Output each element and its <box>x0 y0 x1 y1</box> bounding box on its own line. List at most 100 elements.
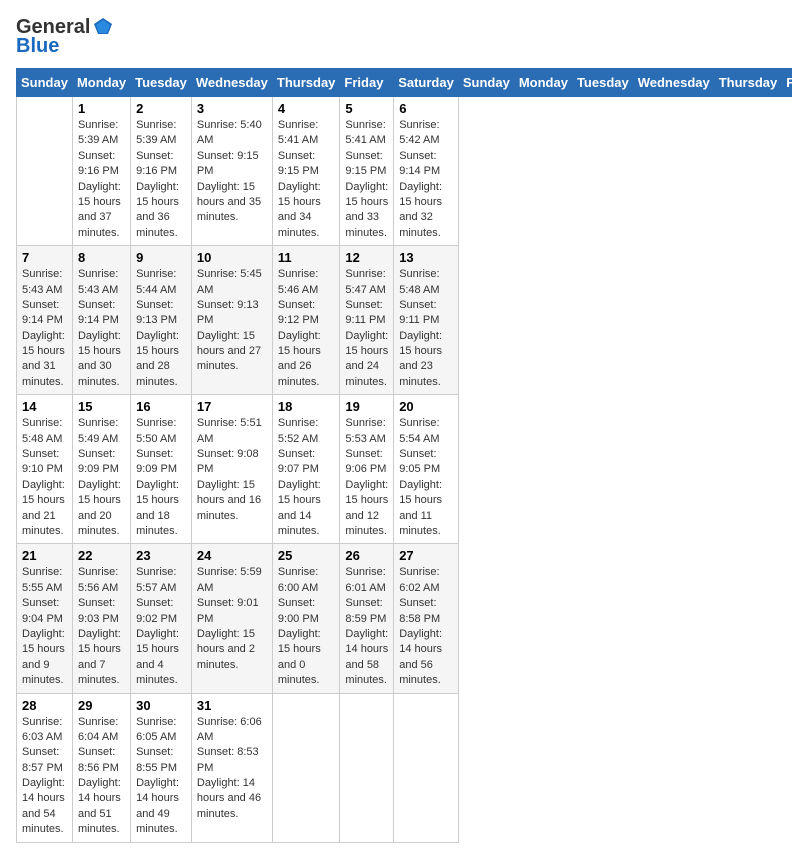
day-number: 29 <box>78 698 125 713</box>
day-number: 4 <box>278 101 335 116</box>
day-number: 24 <box>197 548 267 563</box>
calendar-cell: 22 Sunrise: 5:56 AMSunset: 9:03 PMDayligh… <box>72 544 130 693</box>
day-info: Sunrise: 5:39 AMSunset: 9:16 PMDaylight:… <box>136 118 186 241</box>
calendar-cell: 17 Sunrise: 5:51 AMSunset: 9:08 PMDayligh… <box>191 395 272 544</box>
calendar-cell: 26 Sunrise: 6:01 AMSunset: 8:59 PMDayligh… <box>340 544 394 693</box>
day-number: 3 <box>197 101 267 116</box>
day-number: 1 <box>78 101 125 116</box>
calendar-cell: 20 Sunrise: 5:54 AMSunset: 9:05 PMDayligh… <box>394 395 459 544</box>
day-info: Sunrise: 6:04 AMSunset: 8:56 PMDaylight:… <box>78 715 125 838</box>
day-info: Sunrise: 5:39 AMSunset: 9:16 PMDaylight:… <box>78 118 125 241</box>
day-info: Sunrise: 5:53 AMSunset: 9:06 PMDaylight:… <box>345 416 388 539</box>
day-info: Sunrise: 5:57 AMSunset: 9:02 PMDaylight:… <box>136 565 186 688</box>
day-info: Sunrise: 5:46 AMSunset: 9:12 PMDaylight:… <box>278 267 335 390</box>
day-info: Sunrise: 6:00 AMSunset: 9:00 PMDaylight:… <box>278 565 335 688</box>
day-info: Sunrise: 5:54 AMSunset: 9:05 PMDaylight:… <box>399 416 453 539</box>
day-number: 21 <box>22 548 67 563</box>
day-number: 6 <box>399 101 453 116</box>
calendar-week-1: 1 Sunrise: 5:39 AMSunset: 9:16 PMDaylight… <box>17 97 792 246</box>
logo: General Blue <box>16 16 114 58</box>
calendar-cell: 29 Sunrise: 6:04 AMSunset: 8:56 PMDayligh… <box>72 693 130 842</box>
day-number: 17 <box>197 399 267 414</box>
day-info: Sunrise: 5:55 AMSunset: 9:04 PMDaylight:… <box>22 565 67 688</box>
day-number: 28 <box>22 698 67 713</box>
day-number: 18 <box>278 399 335 414</box>
day-number: 31 <box>197 698 267 713</box>
day-info: Sunrise: 5:49 AMSunset: 9:09 PMDaylight:… <box>78 416 125 539</box>
day-info: Sunrise: 6:01 AMSunset: 8:59 PMDaylight:… <box>345 565 388 688</box>
day-info: Sunrise: 5:50 AMSunset: 9:09 PMDaylight:… <box>136 416 186 539</box>
day-info: Sunrise: 5:43 AMSunset: 9:14 PMDaylight:… <box>78 267 125 390</box>
weekday-header-tuesday: Tuesday <box>572 69 633 97</box>
calendar-cell: 5 Sunrise: 5:41 AMSunset: 9:15 PMDaylight… <box>340 97 394 246</box>
calendar-cell: 8 Sunrise: 5:43 AMSunset: 9:14 PMDaylight… <box>72 246 130 395</box>
weekday-header-monday: Monday <box>72 69 130 97</box>
day-number: 9 <box>136 250 186 265</box>
day-info: Sunrise: 5:42 AMSunset: 9:14 PMDaylight:… <box>399 118 453 241</box>
calendar-cell: 12Sunrise: 5:47 AMSunset: 9:11 PMDayligh… <box>340 246 394 395</box>
calendar-cell: 19 Sunrise: 5:53 AMSunset: 9:06 PMDayligh… <box>340 395 394 544</box>
calendar-cell: 16 Sunrise: 5:50 AMSunset: 9:09 PMDayligh… <box>131 395 192 544</box>
calendar-week-4: 21 Sunrise: 5:55 AMSunset: 9:04 PMDayligh… <box>17 544 792 693</box>
calendar-week-5: 28 Sunrise: 6:03 AMSunset: 8:57 PMDayligh… <box>17 693 792 842</box>
day-number: 8 <box>78 250 125 265</box>
day-number: 16 <box>136 399 186 414</box>
day-info: Sunrise: 5:40 AMSunset: 9:15 PMDaylight:… <box>197 118 267 226</box>
calendar-cell: 6 Sunrise: 5:42 AMSunset: 9:14 PMDaylight… <box>394 97 459 246</box>
calendar-cell <box>340 693 394 842</box>
day-info: Sunrise: 5:52 AMSunset: 9:07 PMDaylight:… <box>278 416 335 539</box>
day-number: 23 <box>136 548 186 563</box>
weekday-header-sunday: Sunday <box>458 69 514 97</box>
calendar-cell <box>272 693 340 842</box>
day-info: Sunrise: 5:45 AMSunset: 9:13 PMDaylight:… <box>197 267 267 375</box>
day-number: 30 <box>136 698 186 713</box>
calendar-cell: 27 Sunrise: 6:02 AMSunset: 8:58 PMDayligh… <box>394 544 459 693</box>
day-info: Sunrise: 6:03 AMSunset: 8:57 PMDaylight:… <box>22 715 67 838</box>
day-number: 22 <box>78 548 125 563</box>
day-number: 20 <box>399 399 453 414</box>
day-info: Sunrise: 5:41 AMSunset: 9:15 PMDaylight:… <box>345 118 388 241</box>
calendar-cell: 11 Sunrise: 5:46 AMSunset: 9:12 PMDayligh… <box>272 246 340 395</box>
day-number: 19 <box>345 399 388 414</box>
day-number: 27 <box>399 548 453 563</box>
calendar-cell: 28 Sunrise: 6:03 AMSunset: 8:57 PMDayligh… <box>17 693 73 842</box>
day-number: 10 <box>197 250 267 265</box>
calendar-cell: 21 Sunrise: 5:55 AMSunset: 9:04 PMDayligh… <box>17 544 73 693</box>
day-info: Sunrise: 5:51 AMSunset: 9:08 PMDaylight:… <box>197 416 267 524</box>
day-info: Sunrise: 5:56 AMSunset: 9:03 PMDaylight:… <box>78 565 125 688</box>
calendar-cell: 9 Sunrise: 5:44 AMSunset: 9:13 PMDaylight… <box>131 246 192 395</box>
day-number: 14 <box>22 399 67 414</box>
day-info: Sunrise: 6:06 AMSunset: 8:53 PMDaylight:… <box>197 715 267 823</box>
calendar-cell: 1 Sunrise: 5:39 AMSunset: 9:16 PMDaylight… <box>72 97 130 246</box>
weekday-header-sunday: Sunday <box>17 69 73 97</box>
day-number: 7 <box>22 250 67 265</box>
day-info: Sunrise: 5:43 AMSunset: 9:14 PMDaylight:… <box>22 267 67 390</box>
day-number: 5 <box>345 101 388 116</box>
calendar-table: SundayMondayTuesdayWednesdayThursdayFrid… <box>16 68 792 843</box>
logo-blue-text: Blue <box>16 35 59 58</box>
calendar-cell: 13Sunrise: 5:48 AMSunset: 9:11 PMDayligh… <box>394 246 459 395</box>
calendar-cell: 10 Sunrise: 5:45 AMSunset: 9:13 PMDayligh… <box>191 246 272 395</box>
day-info: Sunrise: 5:44 AMSunset: 9:13 PMDaylight:… <box>136 267 186 390</box>
page-header: General Blue <box>16 16 776 58</box>
day-number: 25 <box>278 548 335 563</box>
weekday-header-saturday: Saturday <box>394 69 459 97</box>
day-info: Sunrise: 6:02 AMSunset: 8:58 PMDaylight:… <box>399 565 453 688</box>
calendar-cell <box>394 693 459 842</box>
day-info: Sunrise: 5:47 AMSunset: 9:11 PMDaylight:… <box>345 267 388 390</box>
day-info: Sunrise: 5:59 AMSunset: 9:01 PMDaylight:… <box>197 565 267 673</box>
day-info: Sunrise: 5:48 AMSunset: 9:11 PMDaylight:… <box>399 267 453 390</box>
calendar-header-row: SundayMondayTuesdayWednesdayThursdayFrid… <box>17 69 792 97</box>
day-number: 11 <box>278 250 335 265</box>
weekday-header-thursday: Thursday <box>272 69 340 97</box>
weekday-header-wednesday: Wednesday <box>633 69 714 97</box>
weekday-header-friday: Friday <box>340 69 394 97</box>
calendar-cell: 30Sunrise: 6:05 AMSunset: 8:55 PMDayligh… <box>131 693 192 842</box>
weekday-header-monday: Monday <box>514 69 572 97</box>
day-number: 2 <box>136 101 186 116</box>
calendar-cell: 23 Sunrise: 5:57 AMSunset: 9:02 PMDayligh… <box>131 544 192 693</box>
day-number: 26 <box>345 548 388 563</box>
weekday-header-tuesday: Tuesday <box>131 69 192 97</box>
calendar-cell: 15Sunrise: 5:49 AMSunset: 9:09 PMDayligh… <box>72 395 130 544</box>
calendar-cell: 4Sunrise: 5:41 AMSunset: 9:15 PMDaylight… <box>272 97 340 246</box>
